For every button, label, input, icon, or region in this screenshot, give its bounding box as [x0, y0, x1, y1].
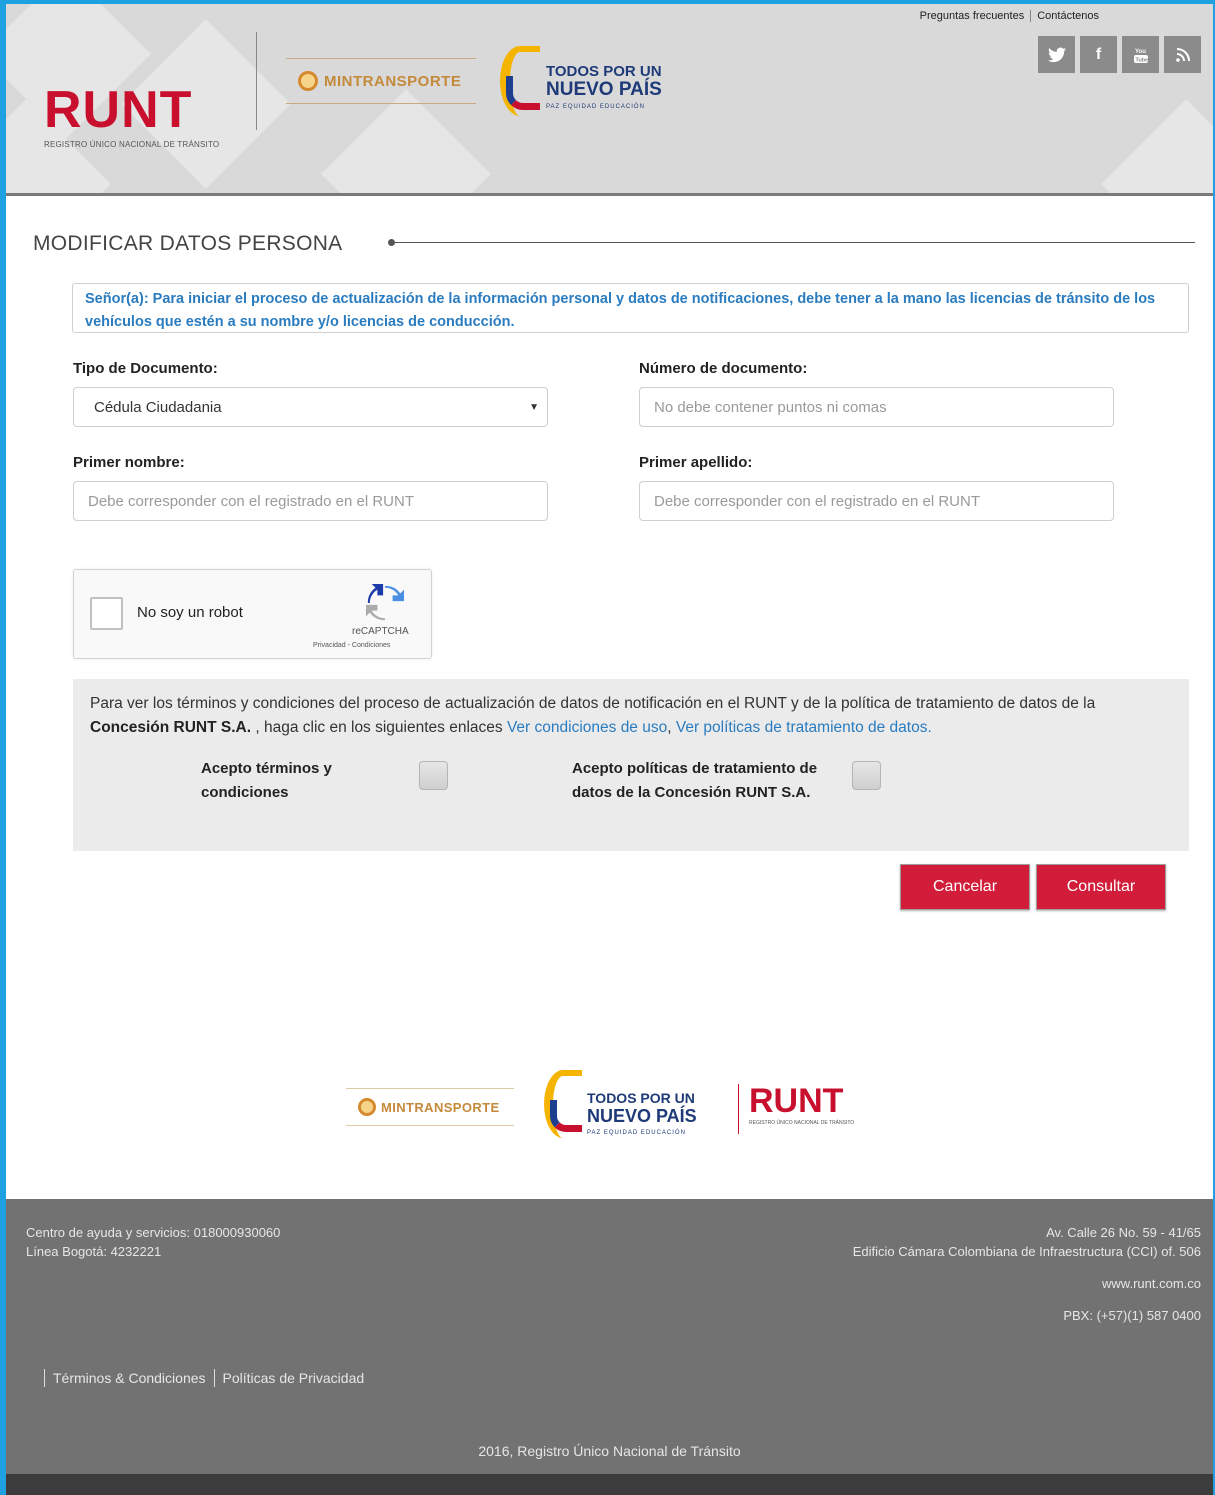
terms-conditions-link[interactable]: Términos & Condiciones [53, 1370, 206, 1386]
svg-text:Tube: Tube [1135, 57, 1148, 63]
social-links: f You Tube [1038, 36, 1201, 73]
runt-logo-text: RUNT [44, 81, 193, 139]
divider [213, 1369, 215, 1387]
header-decoration [1101, 99, 1213, 193]
help-center-text: Centro de ayuda y servicios: 01800093006… [26, 1225, 281, 1240]
site-header: Preguntas frecuentes Contáctenos f You Tub… [6, 4, 1213, 196]
mintransporte-text: MINTRANSPORTE [324, 72, 462, 90]
terms-panel: Para ver los términos y condiciones del … [73, 679, 1189, 851]
doc-number-label: Número de documento: [639, 360, 808, 377]
title-line [390, 242, 1195, 243]
caret-down-icon: ▼ [529, 401, 539, 413]
site-footer: Centro de ayuda y servicios: 01800093006… [6, 1199, 1213, 1474]
footer-mintransporte-text: MINTRANSPORTE [381, 1099, 500, 1115]
accept-terms-label: Acepto términos y condiciones [201, 760, 332, 801]
doc-type-select[interactable]: Cédula Ciudadania ▼ [73, 387, 548, 427]
policies-link[interactable]: Ver políticas de tratamiento de datos. [676, 719, 932, 736]
terms-company: Concesión RUNT S.A. [90, 719, 252, 736]
divider [44, 1369, 45, 1387]
faq-link[interactable]: Preguntas frecuentes [916, 10, 1029, 22]
accept-policies-label: Acepto políticas de tratamiento de datos… [572, 760, 818, 801]
doc-number-input[interactable]: No debe contener puntos ni comas [639, 387, 1114, 427]
recaptcha-brand: reCAPTCHA [352, 626, 409, 637]
first-name-input[interactable]: Debe corresponder con el registrado en e… [73, 481, 548, 521]
footer-runt-logo: RUNT REGISTRO ÚNICO NACIONAL DE TRÁNSITO [738, 1084, 854, 1134]
footer-mintransporte-logo: MINTRANSPORTE [346, 1088, 514, 1126]
accept-terms-checkbox[interactable] [419, 761, 448, 790]
header-divider [256, 32, 257, 130]
footer-bottom-bar [6, 1474, 1213, 1495]
footer-government-logo: TODOS POR UN NUEVO PAÍS PAZ EQUIDAD EDUC… [538, 1068, 698, 1144]
mintransporte-logo: MINTRANSPORTE [286, 58, 476, 104]
terms-text-before: Para ver los términos y condiciones del … [90, 695, 1096, 712]
recaptcha-checkbox[interactable] [90, 597, 123, 630]
svg-text:You: You [1135, 49, 1146, 55]
page-title: MODIFICAR DATOS PERSONA [33, 232, 343, 255]
accept-policies-checkbox[interactable] [852, 761, 881, 790]
recaptcha-label: No soy un robot [137, 604, 243, 621]
header-decoration [321, 89, 491, 193]
last-name-label: Primer apellido: [639, 454, 753, 471]
website-link[interactable]: www.runt.com.co [1102, 1274, 1201, 1293]
gov-logo-line2: NUEVO PAÍS [546, 79, 662, 100]
conditions-link[interactable]: Ver condiciones de uso [507, 719, 667, 736]
consult-button[interactable]: Consultar [1036, 864, 1166, 910]
swoosh-icon [550, 1100, 582, 1132]
doc-type-label: Tipo de Documento: [73, 360, 218, 377]
footer-gov-line2: NUEVO PAÍS [587, 1106, 697, 1126]
seal-icon [358, 1098, 376, 1116]
recaptcha-widget: No soy un robot reCAPTCHA Privacidad - C… [73, 569, 432, 659]
first-name-label: Primer nombre: [73, 454, 185, 471]
runt-logo-subtitle: REGISTRO ÚNICO NACIONAL DE TRÁNSITO [44, 140, 220, 149]
footer-runt-subtitle: REGISTRO ÚNICO NACIONAL DE TRÁNSITO [749, 1120, 855, 1126]
terms-text-middle: , haga clic en los siguientes enlaces [251, 719, 507, 736]
contact-link[interactable]: Contáctenos [1033, 10, 1103, 22]
government-logo: TODOS POR UN NUEVO PAÍS PAZ EQUIDAD EDUC… [492, 42, 662, 122]
twitter-icon[interactable] [1038, 36, 1075, 73]
address-line1: Av. Calle 26 No. 59 - 41/65 [1046, 1225, 1201, 1240]
runt-logo[interactable]: RUNT REGISTRO ÚNICO NACIONAL DE TRÁNSITO [44, 84, 219, 149]
gov-logo-line3: PAZ EQUIDAD EDUCACIÓN [546, 104, 645, 110]
terms-text: Para ver los términos y condiciones del … [90, 692, 1175, 740]
cancel-button[interactable]: Cancelar [900, 864, 1030, 910]
address-line2: Edificio Cámara Colombiana de Infraestru… [852, 1244, 1201, 1259]
gov-logo-line1: TODOS POR UN [546, 63, 662, 80]
pbx-text: PBX: (+57)(1) 587 0400 [1063, 1308, 1201, 1323]
recaptcha-icon [366, 584, 404, 621]
recaptcha-links[interactable]: Privacidad - Condiciones [313, 642, 390, 649]
footer-runt-text: RUNT [749, 1082, 844, 1120]
facebook-icon[interactable]: f [1080, 36, 1117, 73]
youtube-icon[interactable]: You Tube [1122, 36, 1159, 73]
rss-icon[interactable] [1164, 36, 1201, 73]
copyright: 2016, Registro Único Nacional de Tránsit… [478, 1443, 741, 1459]
last-name-input[interactable]: Debe corresponder con el registrado en e… [639, 481, 1114, 521]
privacy-policy-link[interactable]: Políticas de Privacidad [223, 1370, 365, 1386]
footer-gov-line3: PAZ EQUIDAD EDUCACIÓN [587, 1130, 686, 1136]
bogota-line-text: Línea Bogotá: 4232221 [26, 1244, 162, 1259]
notice-message: Señor(a): Para iniciar el proceso de act… [72, 283, 1189, 333]
footer-links: Términos & Condiciones Políticas de Priv… [36, 1369, 364, 1387]
top-links: Preguntas frecuentes Contáctenos [916, 10, 1103, 23]
swoosh-icon [506, 76, 540, 110]
seal-icon [298, 71, 318, 91]
terms-comma: , [667, 719, 676, 736]
footer-logos: MINTRANSPORTE TODOS POR UN NUEVO PAÍS PA… [0, 1060, 1215, 1150]
doc-type-value: Cédula Ciudadania [94, 398, 222, 416]
footer-gov-line1: TODOS POR UN [587, 1090, 695, 1106]
